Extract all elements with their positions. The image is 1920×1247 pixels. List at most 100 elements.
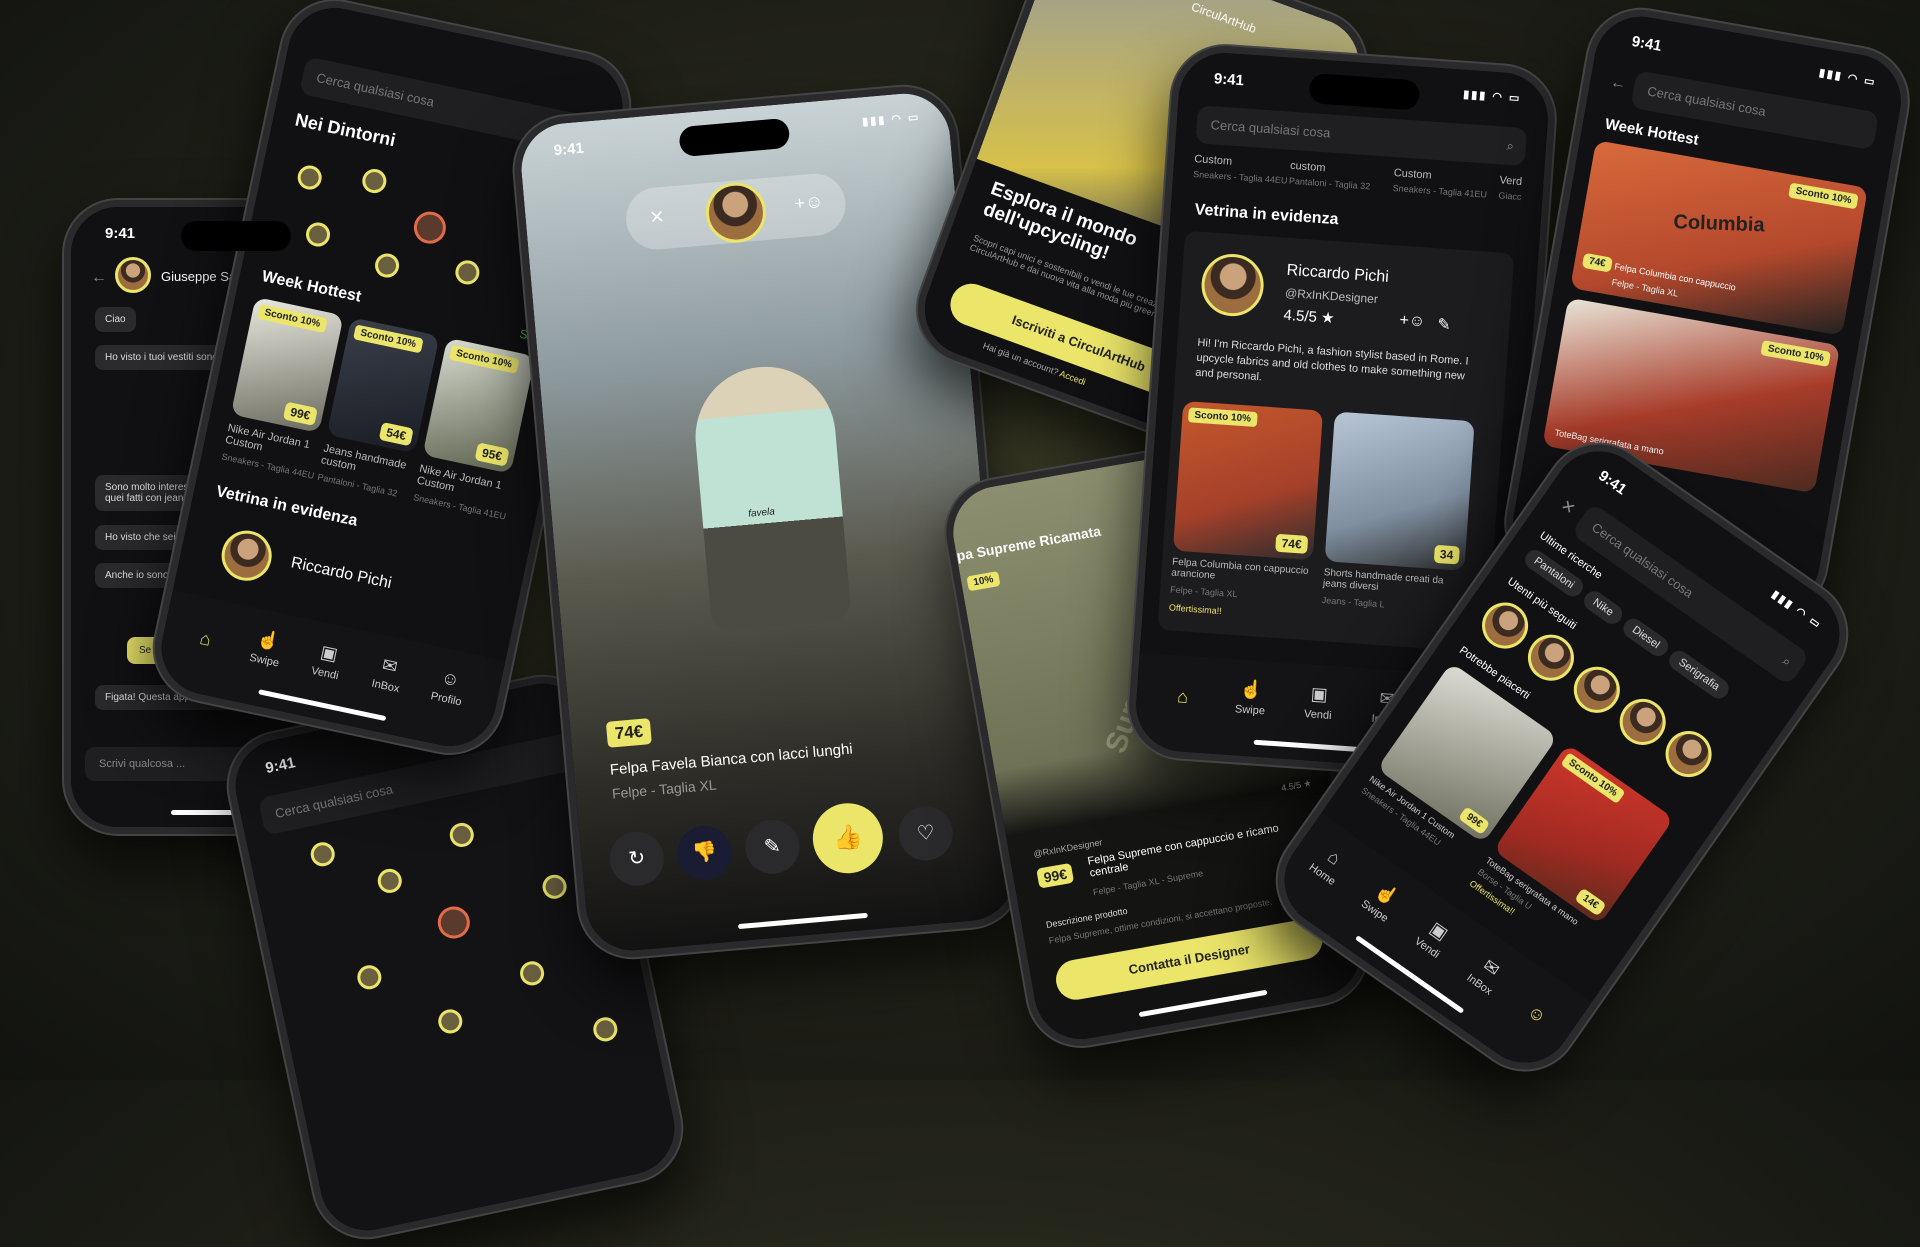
tab-swipe[interactable]: ☝ Swipe — [234, 624, 300, 673]
price-tag: 74€ — [1275, 533, 1309, 554]
follow-user-icon[interactable]: +☺ — [1399, 312, 1426, 332]
status-time: 9:41 — [263, 754, 297, 778]
tag-label: Verd — [1499, 174, 1523, 188]
search-icon: ⌕ — [1779, 652, 1795, 670]
product-name: Shorts handmade creati da jeans diversi — [1322, 567, 1444, 593]
map-pin-featured[interactable] — [434, 903, 473, 942]
status-time: 9:41 — [105, 225, 136, 242]
close-icon[interactable]: × — [649, 203, 665, 232]
search-chip[interactable]: Diesel — [1619, 614, 1673, 661]
status-bar: 9:41 — [71, 225, 401, 245]
map-pin[interactable] — [436, 1007, 465, 1036]
rating: 4.5/5 ★ — [1280, 777, 1313, 794]
map-pin[interactable] — [360, 166, 389, 196]
columbia-logo: Columbia — [1673, 211, 1765, 237]
search-input[interactable]: Cerca qualsiasi cosa ⌕ — [1195, 105, 1528, 167]
dislike-button[interactable]: 👎 — [675, 823, 734, 883]
tab-swipe[interactable]: ☝ Swipe — [1220, 677, 1282, 718]
product-card[interactable]: Sconto 10% 74€ — [1172, 400, 1324, 561]
product-card[interactable]: Sconto 10% 54€ — [326, 317, 440, 454]
swipe-icon: ☝ — [1239, 678, 1264, 701]
product-name: Felpa Columbia con cappuccio arancione — [1170, 556, 1309, 582]
tab-inbox[interactable]: ✉InBox — [355, 650, 421, 699]
tab-vendi[interactable]: ▣ Vendi — [294, 637, 360, 686]
tab-inbox-label: InBox — [370, 677, 401, 696]
designer-rating: 4.5/5 ★ — [1283, 306, 1336, 328]
search-chip[interactable]: Nike — [1580, 587, 1626, 628]
product-card[interactable]: Sconto 10% 99€ — [230, 296, 344, 433]
designer-avatar[interactable] — [217, 526, 277, 586]
product-meta: Felpe - Taglia XL — [611, 776, 718, 802]
edit-button[interactable]: ✎ — [743, 817, 802, 877]
edit-icon[interactable]: ✎ — [1437, 314, 1452, 335]
map-pin[interactable] — [540, 872, 569, 901]
contact-avatar[interactable] — [115, 257, 151, 293]
tab-profilo-label: Profilo — [429, 690, 463, 709]
tab-home[interactable]: ⌂ — [1152, 685, 1214, 714]
swipe-user-pill: × +☺ — [623, 171, 849, 253]
map-pin[interactable] — [517, 959, 547, 988]
user-avatar[interactable] — [1656, 722, 1721, 787]
tab-profilo[interactable]: ☺Profilo — [416, 663, 482, 712]
price-tag: 14€ — [1574, 887, 1607, 917]
user-avatar[interactable] — [1564, 657, 1629, 722]
product-card[interactable]: Sconto 10% 95€ — [422, 337, 536, 474]
map-pin[interactable] — [375, 866, 404, 896]
search-placeholder: Cerca qualsiasi cosa — [1646, 83, 1767, 120]
product-title: Felpa Favela Bianca con lacci lunghi — [609, 740, 854, 779]
tab-vendi[interactable]: ▣ Vendi — [1287, 682, 1349, 723]
back-arrow-icon[interactable]: ← — [91, 269, 107, 287]
follow-user-icon[interactable]: +☺ — [794, 191, 825, 214]
tag-meta: Sneakers - Taglia 44EU — [1192, 169, 1288, 186]
user-avatar[interactable] — [1473, 593, 1538, 658]
signal-wifi-battery-icon: ▮▮▮ ◠ ▭ — [1462, 88, 1522, 105]
map-pin[interactable] — [453, 258, 482, 287]
search-chip[interactable]: Serigrafia — [1665, 647, 1733, 703]
close-icon[interactable]: ✕ — [1557, 495, 1579, 519]
login-link[interactable]: Accedi — [1058, 368, 1087, 387]
designer-handle: @RxInKDesigner — [1284, 285, 1379, 307]
price-tag: 74€ — [605, 718, 653, 748]
designer-avatar[interactable] — [1199, 251, 1266, 319]
product-card[interactable]: 34 — [1324, 411, 1475, 571]
tab-home[interactable]: ⌂ — [173, 623, 237, 660]
discount-badge: Sconto 10% — [1760, 340, 1831, 367]
back-arrow-icon[interactable]: ← — [1609, 74, 1628, 95]
user-avatar[interactable] — [1610, 689, 1675, 754]
tab-profilo[interactable]: ☺ — [1504, 989, 1567, 1044]
signal-wifi-battery-icon: ▮▮▮ ◠ ▭ — [1769, 588, 1824, 632]
discount-badge: Sconto 10% — [1788, 182, 1859, 210]
search-icon: ⌕ — [1506, 137, 1515, 154]
user-avatar[interactable] — [1518, 625, 1583, 690]
map-pin[interactable] — [372, 251, 402, 280]
price-tag: 99€ — [1458, 806, 1491, 836]
map-pin[interactable] — [308, 840, 337, 869]
product-title: pa Supreme Ricamata — [955, 522, 1103, 564]
discount-badge: Sconto 10% — [257, 304, 328, 333]
status-bar: 9:41 ▮▮▮ ◠ ▭ — [519, 108, 949, 165]
search-placeholder: Cerca qualsiasi cosa — [1210, 117, 1331, 141]
inbox-icon: ✉ — [380, 654, 400, 678]
tag-meta: Sneakers - Taglia 41EU — [1392, 183, 1488, 200]
map-pin[interactable] — [591, 1015, 620, 1044]
like-button[interactable]: 👍 — [809, 800, 886, 877]
swipe-icon: ☝ — [255, 627, 282, 653]
map-pin[interactable] — [355, 963, 384, 992]
profile-icon: ☺ — [1523, 1000, 1551, 1028]
map-pin[interactable] — [447, 820, 476, 850]
favorite-button[interactable]: ♡ — [896, 804, 955, 863]
home-icon: ⌂ — [1176, 686, 1189, 707]
map-pin[interactable] — [295, 163, 324, 192]
vetrina-title: Vetrina in evidenza — [214, 483, 360, 530]
map-pin-featured[interactable] — [410, 208, 449, 247]
discount-badge: Sconto 10% — [353, 324, 424, 354]
discount-badge: Sconto 10% — [1560, 752, 1626, 804]
status-time: 9:41 — [1213, 70, 1245, 90]
tab-swipe-label: Swipe — [248, 651, 281, 670]
offer-label: Offertissima!! — [1168, 602, 1223, 617]
designer-name: Riccardo Pichi — [1286, 261, 1390, 286]
price-tag: 95€ — [474, 442, 510, 467]
product-meta: Jeans - Taglia L — [1321, 595, 1385, 610]
undo-button[interactable]: ↻ — [607, 829, 667, 888]
seller-avatar[interactable] — [703, 180, 769, 246]
